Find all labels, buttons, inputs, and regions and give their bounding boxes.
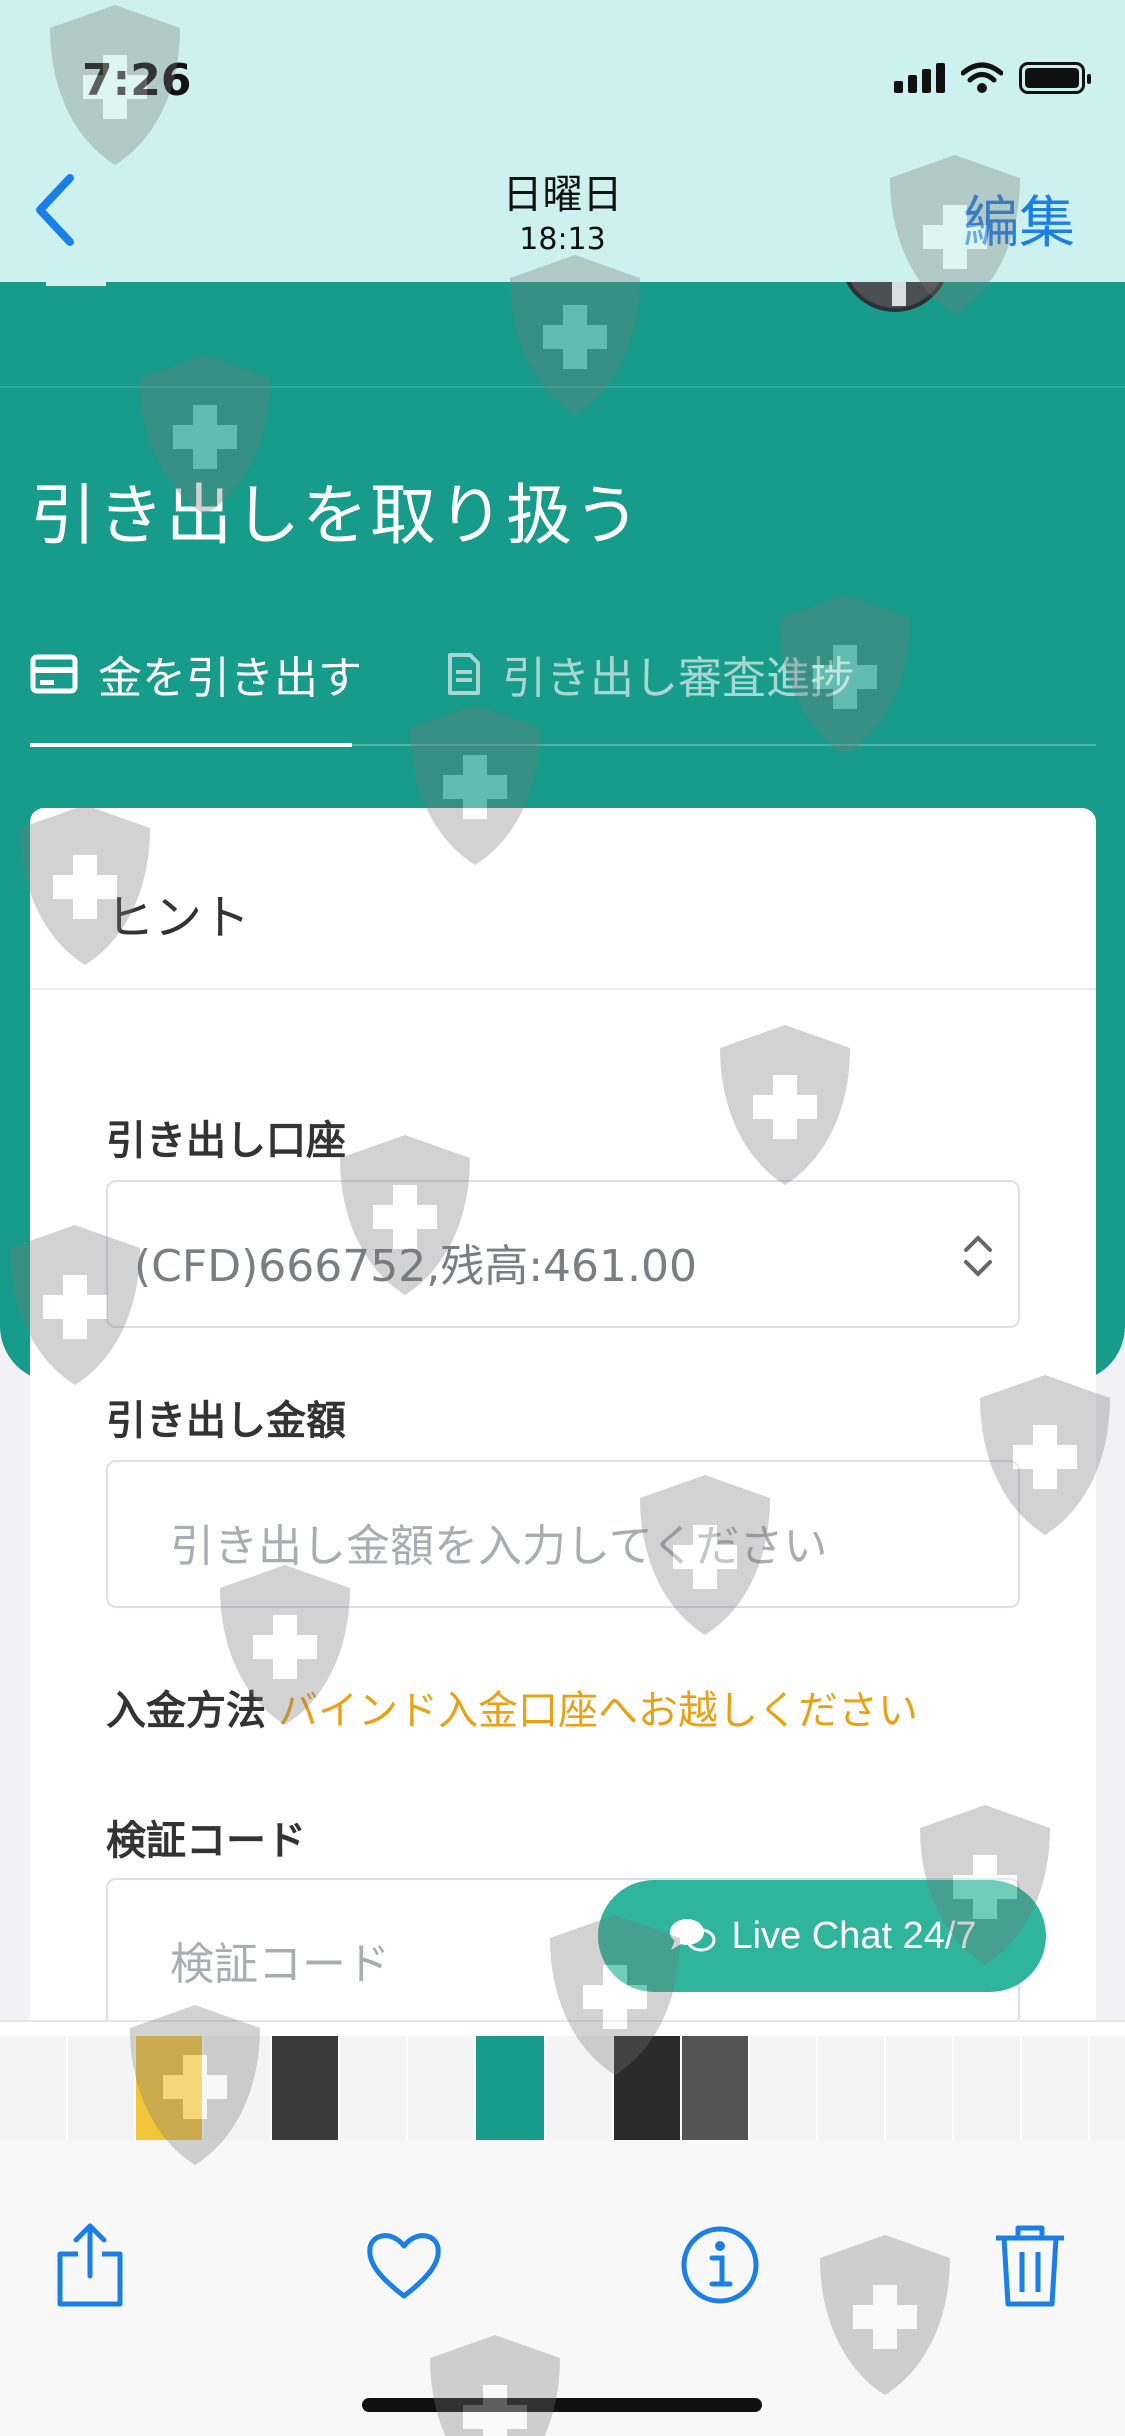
tab-active-indicator [30, 743, 352, 747]
photo-time-subtitle: 18:13 [519, 222, 606, 257]
amount-placeholder: 引き出し金額を入力してください [170, 1521, 828, 1572]
deposit-method: 入金方法 バインド入金口座へお越しください [106, 1678, 918, 1736]
amount-input[interactable]: 引き出し金額を入力してください [106, 1460, 1020, 1608]
photo-thumbnail[interactable] [408, 2036, 474, 2140]
account-select[interactable]: (CFD)666752,残高:461.00 [106, 1180, 1020, 1328]
photo-thumbnail[interactable] [614, 2036, 680, 2140]
photo-thumbnail[interactable] [68, 2036, 134, 2140]
chevron-up-down-icon [964, 1235, 992, 1277]
photo-thumbnail[interactable] [682, 2036, 748, 2140]
photo-toolbar [0, 2140, 1125, 2436]
status-bar: 7:26 [0, 0, 1125, 140]
document-icon [448, 653, 480, 695]
hint-header: ヒント [106, 890, 251, 946]
page-title: 引き出しを取り扱う [30, 477, 642, 554]
status-icons [894, 62, 1091, 94]
edit-button[interactable]: 編集 [963, 178, 1075, 259]
signal-icon [894, 63, 945, 93]
photo-thumbnail[interactable] [204, 2036, 270, 2140]
live-chat-label: Live Chat 24/7 [731, 1914, 977, 1957]
photo-thumbnail-strip[interactable] [0, 2020, 1125, 2140]
card-divider [30, 988, 1096, 990]
share-icon[interactable] [50, 2220, 130, 2310]
photo-date-title: 日曜日 [502, 172, 623, 218]
photo-thumbnail[interactable] [546, 2036, 612, 2140]
status-time: 7:26 [82, 55, 192, 106]
credit-card-icon [30, 654, 78, 694]
photo-thumbnail[interactable] [750, 2036, 816, 2140]
withdraw-form-card: ヒント 引き出し口座 (CFD)666752,残高:461.00 引き出し金額 … [30, 808, 1096, 2020]
home-indicator [362, 2398, 762, 2412]
photo-thumbnail[interactable] [0, 2036, 66, 2140]
photo-thumbnail[interactable] [1090, 2036, 1125, 2140]
photo-thumbnail[interactable] [1022, 2036, 1088, 2140]
screenshot-content: 引き出しを取り扱う 金を引き出す 引き出し審査進捗 ヒント 引き出し口座 (CF… [0, 282, 1125, 2020]
tab-withdraw[interactable]: 金を引き出す [30, 642, 362, 706]
deposit-method-link[interactable]: バインド入金口座へお越しください [278, 1688, 918, 1734]
verification-code-placeholder: 検証コード [170, 1939, 390, 1990]
battery-icon [1019, 62, 1091, 94]
tab-review-progress[interactable]: 引き出し審査進捗 [446, 642, 854, 706]
tab-review-progress-label: 引き出し審査進捗 [502, 653, 854, 704]
live-chat-button[interactable]: Live Chat 24/7 [598, 1880, 1046, 1992]
photo-thumbnail-selected[interactable] [476, 2036, 544, 2140]
deposit-method-label: 入金方法 [106, 1688, 266, 1734]
verification-code-label: 検証コード [106, 1818, 306, 1864]
photo-nav-bar: 日曜日 18:13 編集 [0, 140, 1125, 282]
photo-thumbnail[interactable] [954, 2036, 1020, 2140]
amount-label: 引き出し金額 [106, 1398, 346, 1444]
account-select-value: (CFD)666752,残高:461.00 [134, 1241, 697, 1292]
heart-icon[interactable] [364, 2220, 444, 2310]
photo-thumbnail[interactable] [272, 2036, 338, 2140]
menu-fragment [46, 282, 106, 286]
header-divider [0, 386, 1125, 388]
photo-thumbnail[interactable] [886, 2036, 952, 2140]
wifi-icon [961, 62, 1003, 93]
photo-thumbnail[interactable] [136, 2036, 202, 2140]
account-label: 引き出し口座 [106, 1118, 346, 1164]
info-icon[interactable] [680, 2220, 760, 2310]
chat-bubbles-icon [670, 1919, 716, 1952]
photo-thumbnail[interactable] [818, 2036, 884, 2140]
photo-thumbnail[interactable] [340, 2036, 406, 2140]
tab-withdraw-label: 金を引き出す [98, 653, 362, 704]
trash-icon[interactable] [990, 2220, 1070, 2310]
